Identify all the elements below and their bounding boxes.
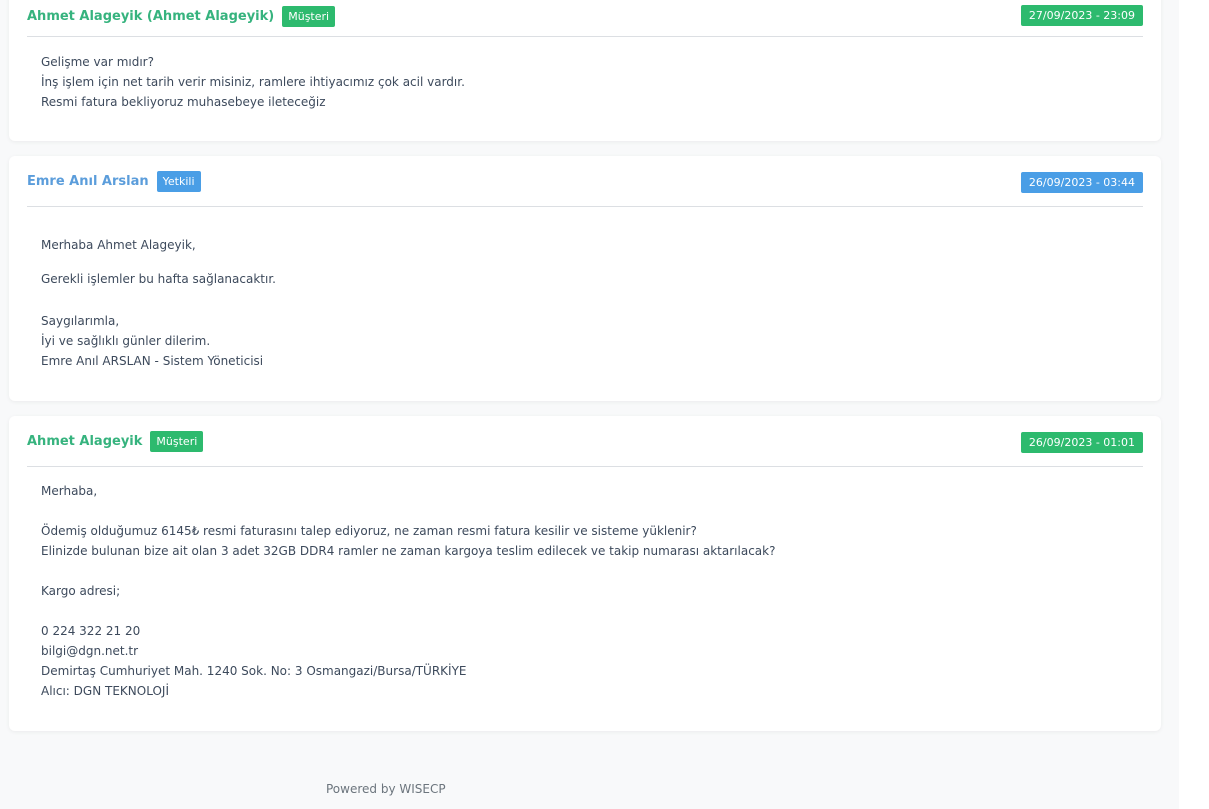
- message-line: Emre Anıl ARSLAN - Sistem Yöneticisi: [41, 354, 264, 368]
- message-line: Kargo adresi;: [41, 584, 121, 598]
- author-block: Ahmet Alageyik Müşteri: [27, 416, 204, 466]
- page-right-gutter: [1179, 0, 1209, 762]
- message-line: Resmi fatura bekliyoruz muhasebeye ilete…: [41, 95, 326, 109]
- message-line: Merhaba,: [41, 484, 98, 498]
- role-badge-customer: Müşteri: [150, 430, 204, 452]
- message-line: 0 224 322 21 20: [41, 624, 141, 638]
- role-badge-customer: Müşteri: [282, 5, 336, 27]
- message-header: Emre Anıl Arslan Yetkili 26/09/2023 - 03…: [27, 156, 1143, 207]
- message-line: İnş işlem için net tarih verir misiniz, …: [41, 75, 465, 89]
- ticket-conversation-page: Ahmet Alageyik (Ahmet Alageyik) Müşteri …: [0, 0, 1209, 809]
- message-card-staff: Emre Anıl Arslan Yetkili 26/09/2023 - 03…: [9, 156, 1161, 401]
- message-header: Ahmet Alageyik Müşteri 26/09/2023 - 01:0…: [27, 416, 1143, 467]
- footer: Powered by WISECP: [0, 762, 1179, 809]
- powered-by-link[interactable]: Powered by WISECP: [326, 782, 446, 796]
- message-line: Alıcı: DGN TEKNOLOJİ: [41, 684, 169, 698]
- message-line: Demirtaş Cumhuriyet Mah. 1240 Sok. No: 3…: [41, 664, 467, 678]
- message-date-badge: 26/09/2023 - 01:01: [1020, 432, 1143, 453]
- message-date-badge: 26/09/2023 - 03:44: [1020, 172, 1143, 193]
- message-body: Merhaba, Ödemiş olduğumuz 6145₺ resmi fa…: [9, 467, 1161, 701]
- message-line: Elinizde bulunan bize ait olan 3 adet 32…: [41, 544, 776, 558]
- role-badge-staff: Yetkili: [156, 170, 201, 192]
- author-name: Ahmet Alageyik (Ahmet Alageyik): [27, 8, 275, 24]
- message-line: İyi ve sağlıklı günler dilerim.: [41, 334, 211, 348]
- message-line: Gelişme var mıdır?: [41, 55, 154, 69]
- author-block: Ahmet Alageyik (Ahmet Alageyik) Müşteri: [27, 0, 336, 42]
- message-line: Saygılarımla,: [41, 314, 120, 328]
- message-body: Gelişme var mıdır? İnş işlem için net ta…: [9, 37, 1161, 112]
- message-line: Ödemiş olduğumuz 6145₺ resmi faturasını …: [41, 524, 697, 538]
- message-header: Ahmet Alageyik (Ahmet Alageyik) Müşteri …: [27, 0, 1143, 37]
- author-block: Emre Anıl Arslan Yetkili: [27, 156, 201, 206]
- message-card-customer: Ahmet Alageyik Müşteri 26/09/2023 - 01:0…: [9, 416, 1161, 731]
- message-card-customer: Ahmet Alageyik (Ahmet Alageyik) Müşteri …: [9, 0, 1161, 141]
- message-list: Ahmet Alageyik (Ahmet Alageyik) Müşteri …: [0, 0, 1179, 762]
- author-name: Emre Anıl Arslan: [27, 173, 149, 189]
- message-line: Gerekli işlemler bu hafta sağlanacaktır.: [41, 272, 276, 286]
- message-date-badge: 27/09/2023 - 23:09: [1020, 5, 1143, 26]
- message-line: Merhaba Ahmet Alageyik,: [41, 238, 196, 252]
- author-name: Ahmet Alageyik: [27, 433, 143, 449]
- message-line: bilgi@dgn.net.tr: [41, 644, 139, 658]
- message-body: Merhaba Ahmet Alageyik, Gerekli işlemler…: [9, 207, 1161, 371]
